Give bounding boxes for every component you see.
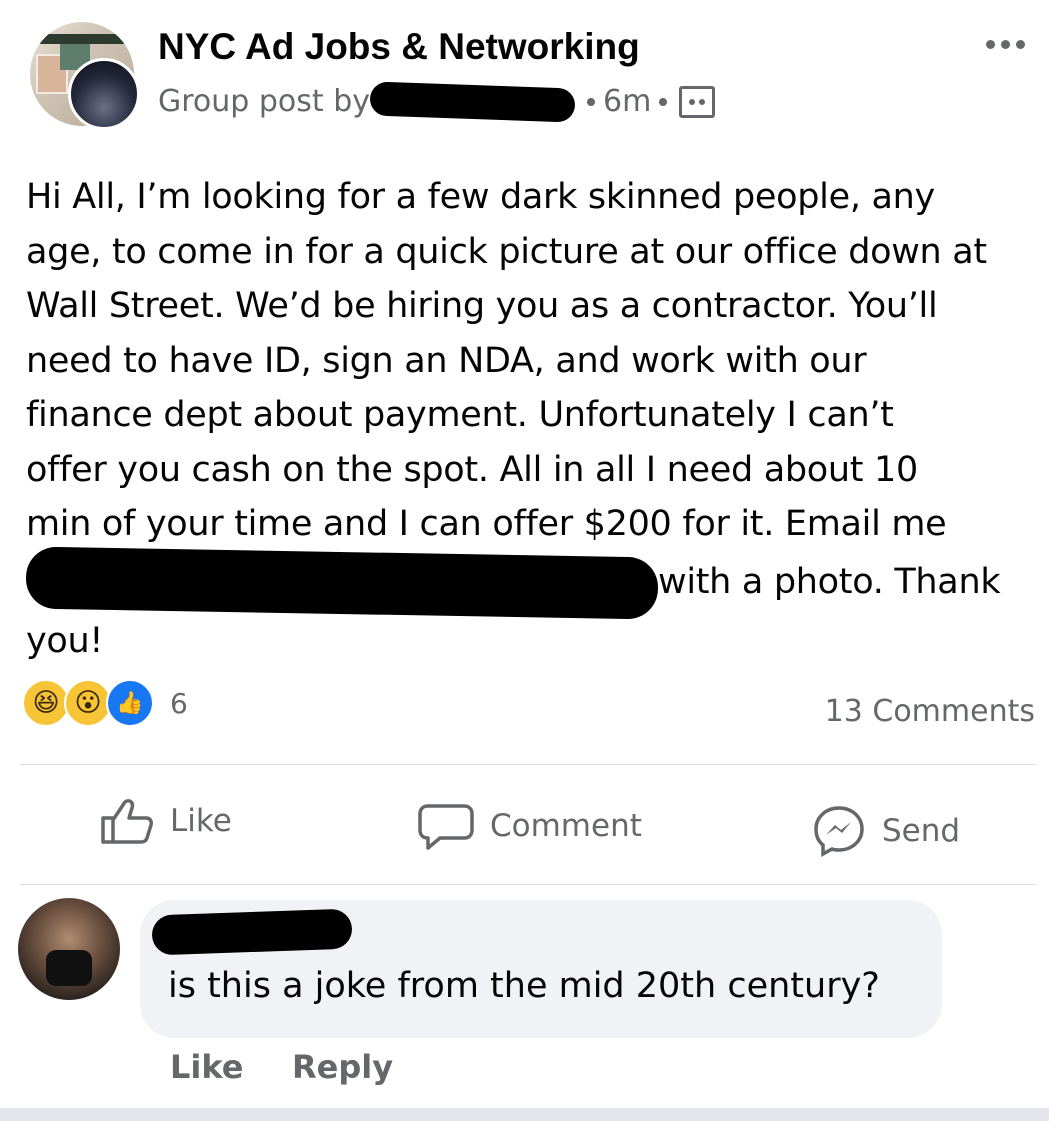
comment-text: is this a joke from the mid 20th century… <box>168 966 880 1006</box>
avatar-detail <box>46 950 92 986</box>
comment-reply-button[interactable]: Reply <box>292 1048 393 1086</box>
redacted-author-name <box>369 80 576 123</box>
like-label: Like <box>170 803 232 839</box>
like-reaction-icon: 👍 <box>106 679 154 727</box>
more-options-icon[interactable] <box>986 40 1025 49</box>
reactions-summary[interactable]: 😆 😮 👍 6 <box>22 679 188 727</box>
group-name-link[interactable]: NYC Ad Jobs & Networking <box>158 26 640 68</box>
post-line: age, to come in for a quick picture at o… <box>26 231 987 272</box>
commenter-avatar[interactable] <box>18 898 120 1000</box>
post-line-redacted: with a photo. Thank <box>25 545 1046 620</box>
redacted-commenter-name <box>151 908 353 956</box>
post-timestamp[interactable]: 6m <box>603 84 651 119</box>
post-meta: Group post by 6m <box>158 80 716 123</box>
comment-label: Comment <box>490 808 642 844</box>
post-line: you! <box>26 620 104 661</box>
post-line: finance dept about payment. Unfortunatel… <box>26 395 894 435</box>
group-post-by-label: Group post by <box>158 84 370 119</box>
comment-like-button[interactable]: Like <box>170 1048 243 1086</box>
bottom-separator <box>0 1108 1049 1121</box>
avatar-detail <box>30 34 134 44</box>
group-members-icon <box>679 85 716 118</box>
separator-dot <box>587 97 595 106</box>
post-line: min of your time and I can offer $200 fo… <box>26 504 947 544</box>
reaction-count: 6 <box>170 686 188 720</box>
comment-button[interactable]: Comment <box>418 802 642 850</box>
separator-dot <box>659 97 668 106</box>
speech-bubble-icon <box>418 804 474 850</box>
divider <box>20 764 1035 765</box>
post-line: Wall Street. We’d be hiring you as a con… <box>26 286 938 326</box>
wow-reaction-icon: 😮 <box>64 679 112 727</box>
post-line: offer you cash on the spot. All in all I… <box>26 449 918 490</box>
thumbs-up-icon <box>101 799 153 844</box>
messenger-icon <box>814 806 864 857</box>
send-label: Send <box>882 813 961 849</box>
post-line: Hi All, I’m looking for a few dark skinn… <box>26 177 935 217</box>
redacted-email <box>25 545 659 620</box>
divider <box>20 884 1035 885</box>
comments-count-link[interactable]: 13 Comments <box>825 694 1035 729</box>
laugh-reaction-icon: 😆 <box>22 679 70 727</box>
poster-avatar[interactable] <box>68 58 140 130</box>
like-button[interactable]: Like <box>100 798 232 844</box>
facebook-post: NYC Ad Jobs & Networking Group post by 6… <box>0 0 1049 1121</box>
send-button[interactable]: Send <box>812 804 960 858</box>
post-line-tail: with a photo. Thank <box>658 561 1001 602</box>
post-body: Hi All, I’m looking for a few dark skinn… <box>25 170 1046 668</box>
post-line: need to have ID, sign an NDA, and work w… <box>26 340 867 381</box>
